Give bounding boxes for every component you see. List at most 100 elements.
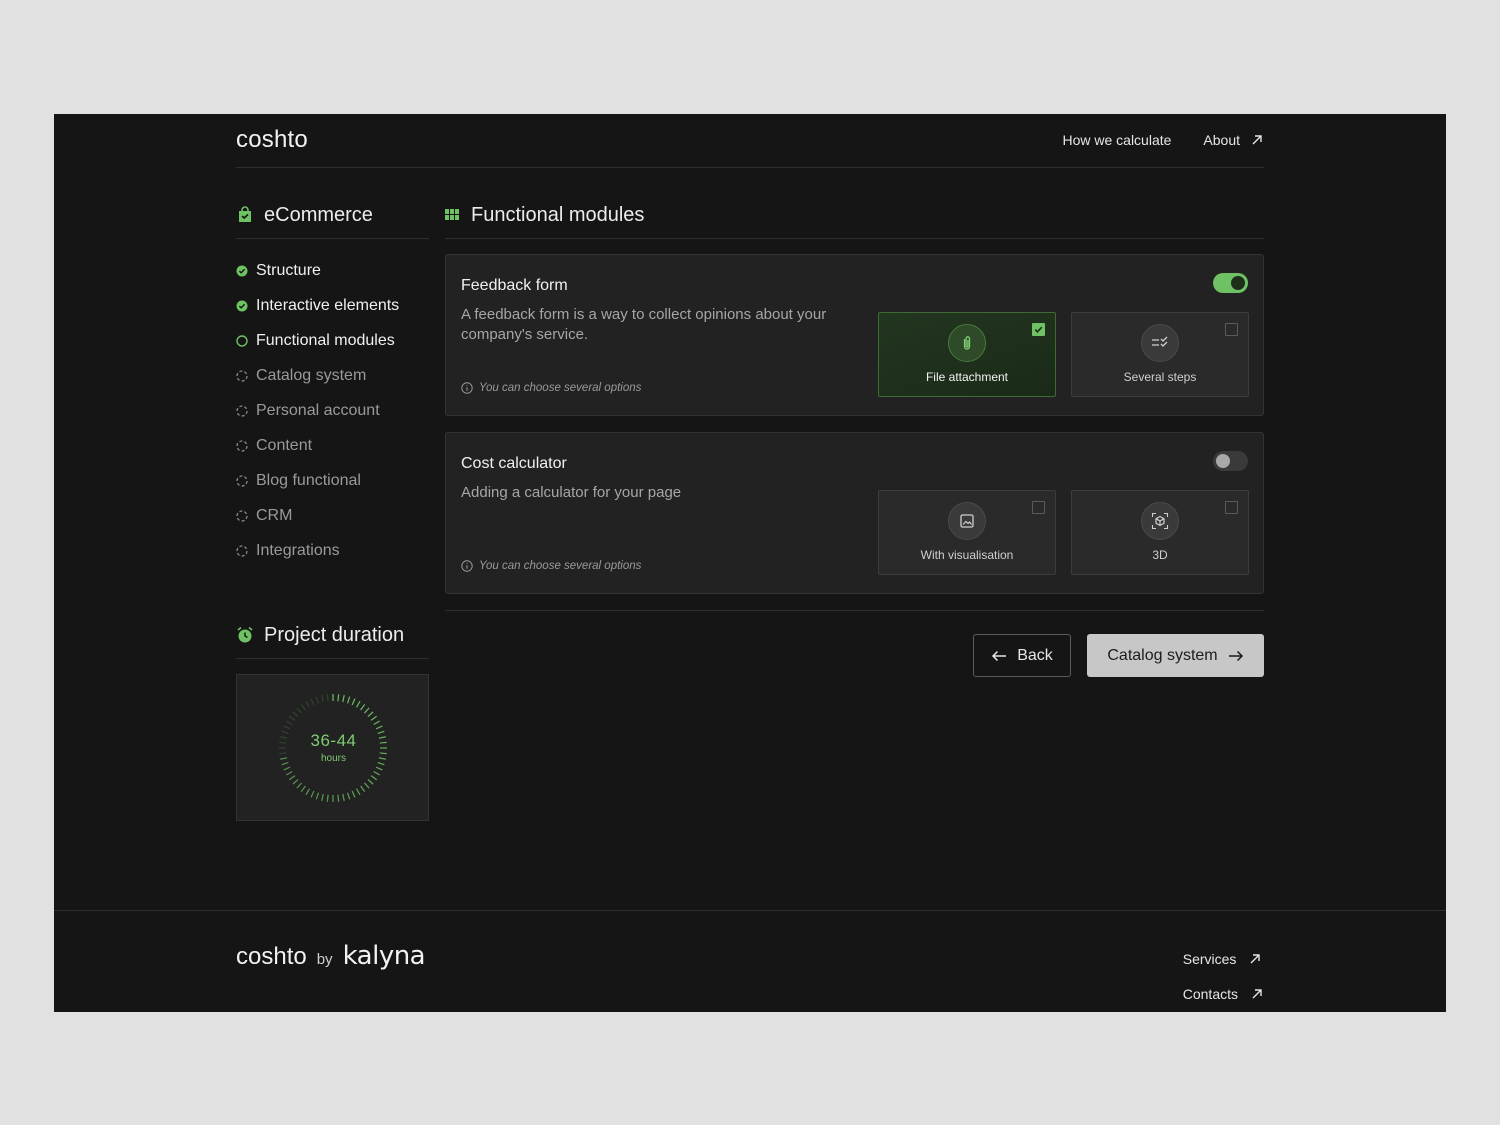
dial-tick [296,707,302,714]
divider [445,610,1264,611]
header: coshto How we calculate About [236,114,1264,168]
step-personal-account[interactable]: Personal account [236,393,429,428]
page-title: Functional modules [471,203,645,226]
paperclip-icon [963,336,971,350]
main-header: Functional modules [445,200,1264,230]
footer-link-label: Services [1182,950,1237,967]
dial-tick [360,785,366,793]
dial-tick [364,782,370,789]
dial-tick [342,793,345,801]
step-crm[interactable]: CRM [236,498,429,533]
card-title: Feedback form [461,277,568,294]
step-list: Structure Interactive elements Functiona… [236,253,429,568]
card-title: Cost calculator [461,455,567,472]
footer-logo-by: by [316,951,333,968]
circle-outline-icon [236,334,248,347]
cube-3d-icon [1151,512,1169,530]
footer-logo[interactable]: coshto by kalyna [236,941,426,971]
note-text: You can choose several options [479,560,642,572]
nav-about[interactable]: About [1203,132,1264,148]
step-interactive-elements[interactable]: Interactive elements [236,288,429,323]
option-several-steps[interactable]: Several steps [1071,312,1249,397]
feedback-form-toggle[interactable] [1213,273,1248,293]
content-wrapper: coshto How we calculate About eCommerce [236,114,1264,910]
check-circle-icon [236,265,248,276]
arrow-up-right-icon [1252,988,1262,998]
footer-link-contacts[interactable]: Contacts [1183,976,1264,1011]
dial-tick [326,694,329,702]
top-nav: How we calculate About [1062,132,1264,148]
dial-tick [310,790,315,798]
step-catalog-system[interactable]: Catalog system [236,358,429,393]
dial-tick [370,775,378,781]
toggle-knob [1216,454,1230,468]
card-note: You can choose several options [461,560,641,572]
check-icon [1034,326,1043,333]
back-label: Back [1017,646,1053,664]
option-icon-circle [1141,324,1179,362]
option-checkbox[interactable] [1225,323,1238,336]
dial-tick [367,779,374,785]
dial-tick [375,725,383,730]
dial-tick [283,725,291,730]
next-label: Catalog system [1107,646,1218,664]
step-content[interactable]: Content [236,428,429,463]
step-label: Content [256,436,313,454]
sidebar-header: eCommerce [236,200,429,230]
dial-tick [300,785,306,793]
arrow-up-right-icon [1250,953,1261,963]
nav-how-we-calculate[interactable]: How we calculate [1062,132,1171,148]
dial-tick [364,707,370,714]
app-frame: coshto How we calculate About eCommerce [54,114,1446,1012]
duration-card: 36-44 hours [236,674,429,821]
dial-tick [373,770,381,776]
next-button[interactable]: Catalog system [1087,634,1264,677]
dashed-circle-icon [236,474,248,487]
back-button[interactable]: Back [973,634,1071,677]
dial-tick [337,694,340,702]
footer: coshto by kalyna Services Contacts [54,910,1446,1012]
dial-tick [292,779,299,785]
main-panel: Functional modules Feedback form A feedb… [445,200,1264,680]
cost-calculator-toggle[interactable] [1213,451,1248,471]
sidebar-title: eCommerce [264,203,373,226]
option-3d[interactable]: 3D [1071,490,1249,575]
dial-tick [367,711,374,717]
arrow-right-icon [1228,650,1243,661]
dashed-circle-icon [236,369,248,382]
dial-tick [305,788,311,796]
option-checkbox[interactable] [1225,501,1238,514]
option-file-attachment[interactable]: File attachment [878,312,1056,397]
dial-tick [373,720,381,726]
dial-tick [285,720,293,726]
module-card-feedback-form: Feedback form A feedback form is a way t… [445,254,1264,416]
dial-tick [351,790,356,798]
nav-label: How we calculate [1062,132,1172,148]
grid-icon [445,209,459,220]
card-description: A feedback form is a way to collect opin… [461,306,827,343]
step-structure[interactable]: Structure [236,253,429,288]
option-icon-circle [948,502,986,540]
dial-tick [315,792,320,800]
dial-tick [375,766,383,771]
step-label: Blog functional [256,471,361,489]
footer-link-services[interactable]: Services [1183,941,1264,976]
dial-tick [288,715,296,721]
step-label: Structure [256,261,321,279]
step-label: Personal account [256,401,380,419]
dial-tick [283,766,291,771]
dashed-circle-icon [236,509,248,522]
step-functional-modules[interactable]: Functional modules [236,323,429,358]
logo[interactable]: coshto [236,126,308,154]
step-blog-functional[interactable]: Blog functional [236,463,429,498]
image-icon [960,514,974,528]
option-checkbox[interactable] [1032,501,1045,514]
dial-tick [342,695,345,703]
footer-logo-coshto: coshto [236,943,307,970]
project-duration: Project duration 36-44 hours [236,620,429,821]
option-with-visualisation[interactable]: With visualisation [878,490,1056,575]
option-checkbox[interactable] [1032,323,1045,336]
dial-tick [351,698,356,706]
toggle-knob [1231,276,1245,290]
step-integrations[interactable]: Integrations [236,533,429,568]
